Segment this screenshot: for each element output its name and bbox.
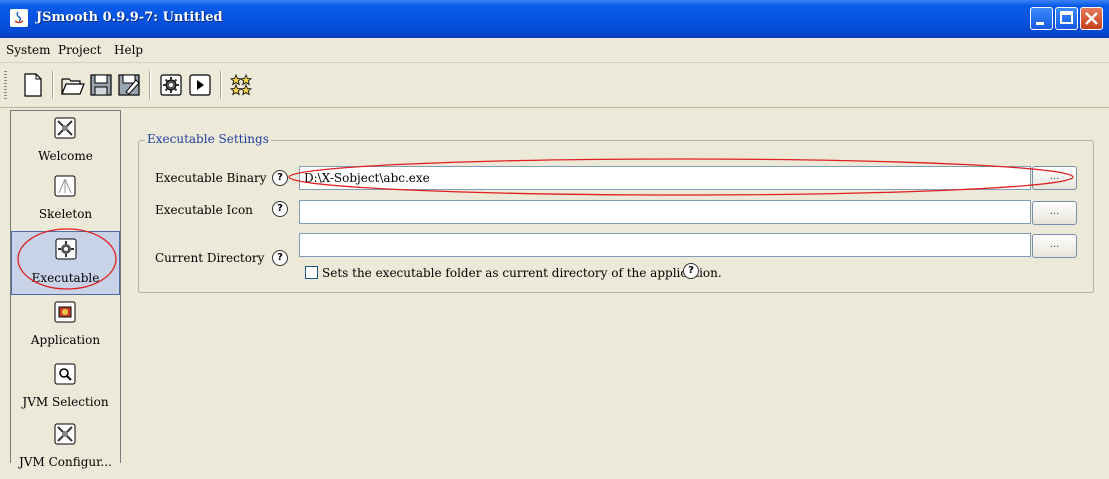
sidebar-item-skeleton[interactable]: Skeleton: [11, 169, 120, 231]
sidebar-item-welcome[interactable]: Welcome: [11, 111, 120, 173]
title-bar[interactable]: JSmooth 0.9.9-7: Untitled: [0, 0, 1109, 38]
toolbar-separator: [149, 71, 151, 99]
current-directory-label: Current Directory: [155, 251, 265, 265]
executable-icon-help-icon[interactable]: ?: [272, 201, 288, 217]
executable-settings-legend: Executable Settings: [145, 132, 271, 146]
executable-annotation-ellipse: [17, 228, 117, 290]
sidebar-item-application[interactable]: Application: [11, 295, 120, 357]
java-app-icon: [10, 9, 28, 27]
minimize-button[interactable]: [1030, 7, 1053, 30]
sidebar-item-label: JVM Configur...: [19, 455, 112, 469]
executable-icon-field[interactable]: [299, 200, 1031, 224]
sidebar-item-jvm-configuration[interactable]: JVM Configur...: [11, 417, 120, 479]
skeleton-icon: [54, 175, 76, 197]
minimize-icon: [1036, 22, 1044, 25]
executable-icon-browse-button[interactable]: ...: [1032, 201, 1077, 225]
compile-gear-icon[interactable]: [158, 72, 184, 98]
new-document-icon[interactable]: [20, 72, 46, 98]
application-icon: [54, 301, 76, 323]
current-directory-help-icon[interactable]: ?: [272, 250, 288, 266]
sidebar-item-jvm-selection[interactable]: JVM Selection: [11, 357, 120, 419]
sidebar-item-label: JVM Selection: [22, 395, 109, 409]
toolbar-separator: [52, 71, 54, 99]
toolbar-separator: [220, 71, 222, 99]
current-directory-browse-button[interactable]: ...: [1032, 234, 1077, 258]
window-title: JSmooth 0.9.9-7: Untitled: [36, 10, 223, 25]
open-folder-icon[interactable]: [60, 72, 86, 98]
menu-project[interactable]: Project: [58, 43, 101, 57]
sidebar-item-label: Skeleton: [38, 207, 93, 221]
executable-icon-label: Executable Icon: [155, 203, 253, 217]
executable-binary-label: Executable Binary: [155, 171, 267, 185]
menu-system[interactable]: System: [6, 43, 50, 57]
toolbar-grip[interactable]: [4, 71, 7, 99]
jvm-configuration-icon: [54, 423, 76, 445]
checkbox-help-icon[interactable]: ?: [683, 263, 699, 279]
run-icon[interactable]: [187, 72, 213, 98]
binary-field-annotation-ellipse: [288, 158, 1074, 196]
sidebar-item-label: Application: [30, 333, 101, 347]
close-icon: [1085, 12, 1098, 25]
maximize-button[interactable]: [1055, 7, 1078, 30]
executable-folder-checkbox[interactable]: [305, 266, 318, 279]
jvm-selection-icon: [54, 363, 76, 385]
save-as-icon[interactable]: [116, 72, 142, 98]
maximize-icon: [1060, 11, 1073, 24]
executable-folder-checkbox-label: Sets the executable folder as current di…: [322, 266, 722, 280]
menu-bar: System Project Help: [0, 38, 1109, 63]
toolbar: [0, 63, 1109, 108]
welcome-icon: [54, 117, 76, 139]
save-icon[interactable]: [88, 72, 114, 98]
menu-help[interactable]: Help: [114, 43, 143, 57]
close-button[interactable]: [1080, 7, 1103, 30]
skeleton-stars-icon[interactable]: [228, 72, 254, 98]
sidebar-item-label: Welcome: [38, 149, 93, 163]
current-directory-field[interactable]: [299, 233, 1031, 257]
